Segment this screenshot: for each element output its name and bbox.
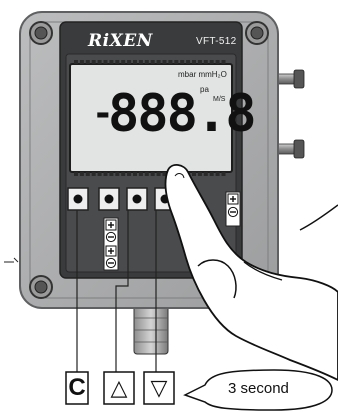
key-up-label: △: [110, 375, 128, 400]
lcd-pin: [133, 172, 137, 176]
lcd-pin: [221, 172, 226, 176]
lcd-pin: [138, 172, 143, 176]
lcd-pin: [109, 60, 114, 64]
device-illustration: RiXEN VFT-512 mbar mmH₂O pa M/S - 888.8 …: [0, 0, 338, 412]
lcd-pin: [91, 60, 96, 64]
lcd-pin: [197, 60, 202, 64]
terminal-block-left: [103, 217, 119, 271]
lcd-pin: [209, 60, 214, 64]
lcd-pin: [144, 172, 149, 176]
lcd-pin: [197, 172, 202, 176]
button-up[interactable]: [98, 187, 120, 211]
lcd-pin: [79, 172, 84, 176]
lcd-pin: [115, 172, 120, 176]
key-down-label: ▽: [150, 375, 168, 400]
lcd-pin: [150, 60, 155, 64]
lcd-pin: [192, 172, 196, 176]
lcd-pin: [74, 60, 78, 64]
lcd-pin: [156, 172, 161, 176]
lcd-pin: [168, 60, 173, 64]
lcd-pin: [186, 60, 191, 64]
lcd-pin: [144, 60, 149, 64]
lcd-pin: [79, 60, 84, 64]
model-label: VFT-512: [196, 36, 237, 47]
screw-top-left: [29, 21, 53, 45]
lcd-pin: [156, 60, 161, 64]
lcd-pin: [180, 60, 185, 64]
lcd-pin: [209, 172, 214, 176]
button-down[interactable]: [126, 187, 148, 211]
lcd-pin: [162, 60, 167, 64]
lcd-readout: 888.8: [108, 84, 257, 144]
lcd-pin: [203, 172, 208, 176]
unit-label-top: mbar mmH₂O: [178, 70, 227, 79]
lcd-pin: [97, 60, 102, 64]
lcd-pin: [121, 172, 126, 176]
lcd-pin: [109, 172, 114, 176]
device-drawing: [4, 11, 338, 411]
lcd-pin: [103, 60, 108, 64]
terminal-block-right: [225, 191, 241, 227]
lcd-pin: [127, 60, 132, 64]
lcd-pin: [74, 172, 78, 176]
brand-logo: RiXEN: [88, 31, 153, 51]
lcd-pin: [121, 60, 126, 64]
callout-text: 3 second: [228, 380, 289, 397]
lcd-pin: [221, 60, 226, 64]
lcd-pin: [127, 172, 132, 176]
lcd-pin: [91, 172, 96, 176]
key-c-label: C: [68, 374, 86, 401]
screw-bottom-left: [29, 275, 53, 299]
lcd-pin: [215, 60, 220, 64]
lcd-pin: [174, 60, 179, 64]
lcd-pin: [103, 172, 108, 176]
lcd-pin: [97, 172, 102, 176]
button-c[interactable]: [67, 187, 89, 211]
lcd-pin: [133, 60, 137, 64]
lcd-pin: [138, 60, 143, 64]
lcd-pin: [85, 60, 90, 64]
lcd-pin: [203, 60, 208, 64]
lcd-pin: [192, 60, 196, 64]
lcd-pin: [85, 172, 90, 176]
screw-top-right: [245, 21, 269, 45]
lcd-pin: [150, 172, 155, 176]
lcd-pin: [115, 60, 120, 64]
lcd-pin: [215, 172, 220, 176]
